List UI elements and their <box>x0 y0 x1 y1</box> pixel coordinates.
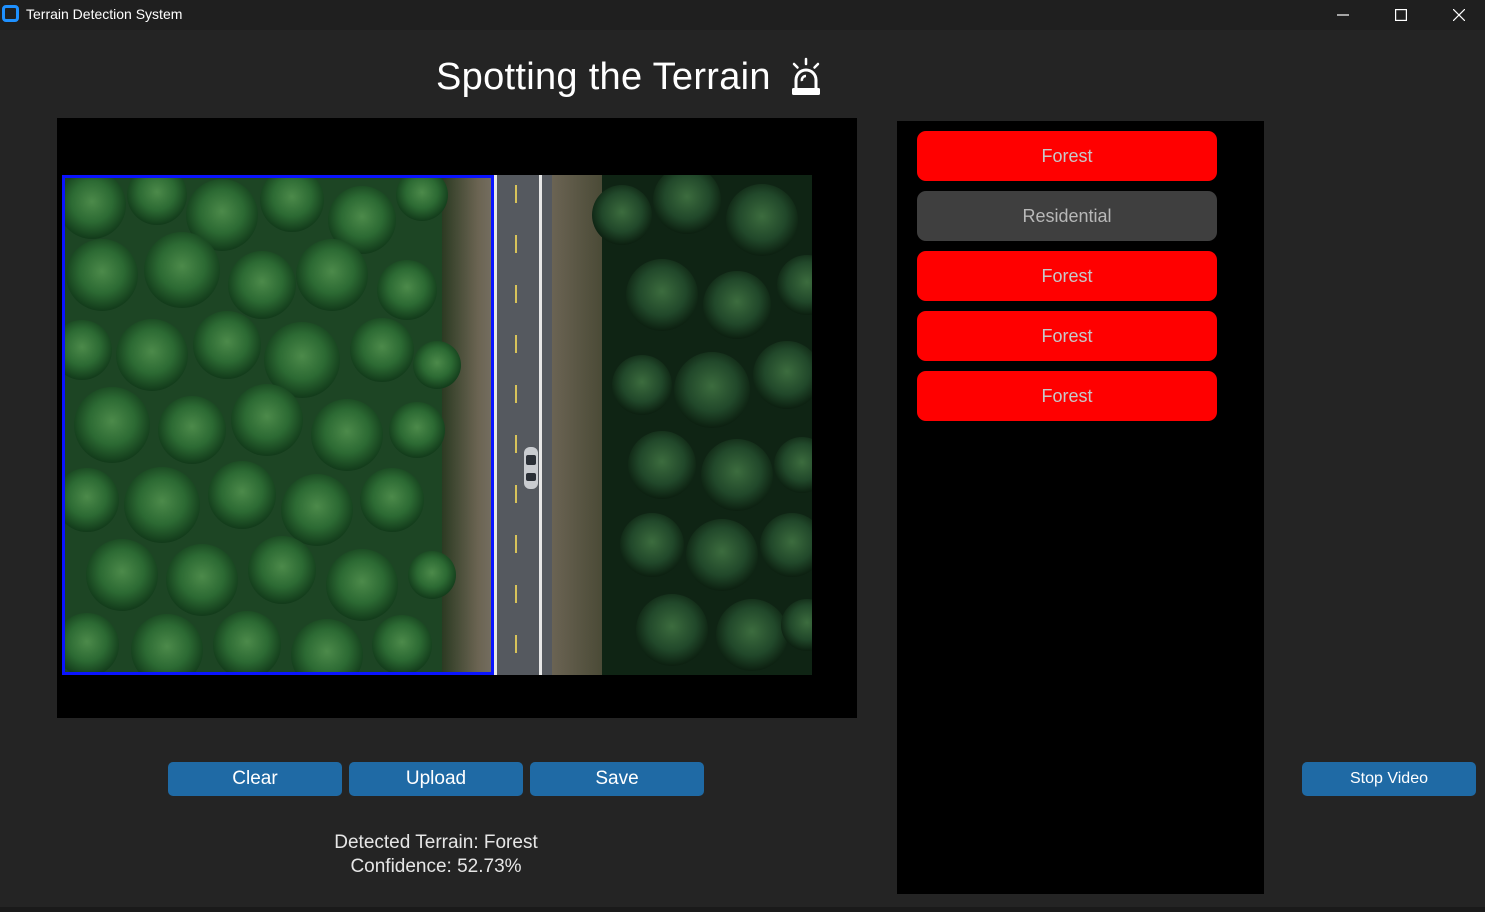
app-icon <box>2 5 19 22</box>
page-title-text: Spotting the Terrain <box>436 55 771 98</box>
window-title: Terrain Detection System <box>26 6 183 22</box>
stop-video-button[interactable]: Stop Video <box>1302 762 1476 796</box>
video-panel <box>57 118 857 718</box>
maximize-button[interactable] <box>1372 0 1430 30</box>
minimize-icon <box>1337 14 1349 16</box>
clear-button[interactable]: Clear <box>168 762 342 796</box>
results-panel: Forest Residential Forest Forest Forest <box>897 121 1264 894</box>
confidence-text: Confidence: 52.73% <box>350 856 522 877</box>
bottom-border <box>0 907 1485 912</box>
alarm-siren-icon <box>791 57 820 95</box>
minimize-button[interactable] <box>1314 0 1372 30</box>
detection-status: Detected Terrain: Forest Confidence: 52.… <box>236 831 636 879</box>
close-icon <box>1453 9 1465 21</box>
result-item[interactable]: Forest <box>917 311 1217 361</box>
upload-button[interactable]: Upload <box>349 762 523 796</box>
save-button[interactable]: Save <box>530 762 704 796</box>
detection-box <box>62 175 494 675</box>
title-bar: Terrain Detection System <box>0 0 1485 30</box>
detected-terrain-text: Detected Terrain: Forest <box>334 832 538 853</box>
result-item[interactable]: Residential <box>917 191 1217 241</box>
page-title: Spotting the Terrain <box>436 52 823 102</box>
result-item[interactable]: Forest <box>917 371 1217 421</box>
close-button[interactable] <box>1430 0 1485 30</box>
maximize-icon <box>1395 9 1407 21</box>
result-item[interactable]: Forest <box>917 251 1217 301</box>
result-item[interactable]: Forest <box>917 131 1217 181</box>
